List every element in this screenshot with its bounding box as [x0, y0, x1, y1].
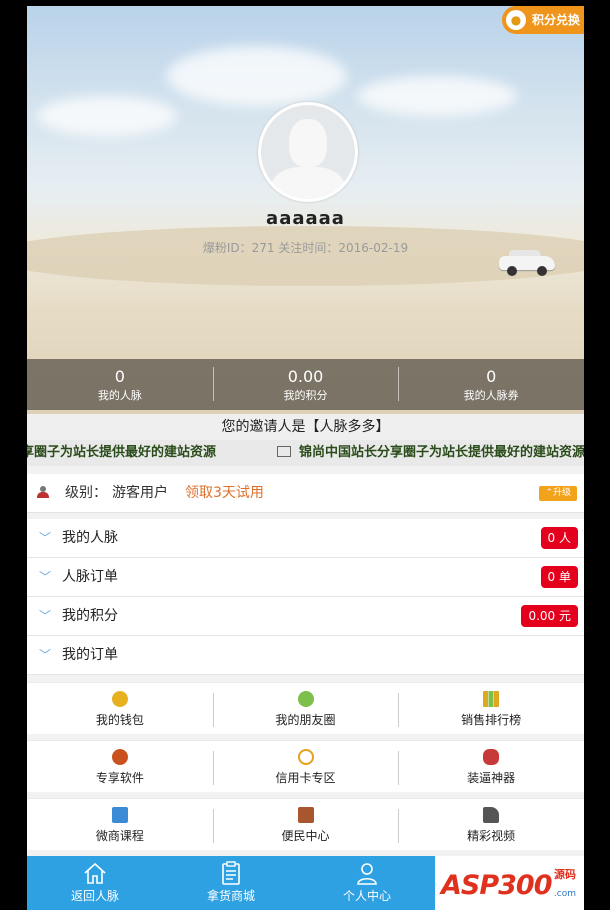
grid-item-ranking[interactable]: 销售排行榜 [398, 683, 584, 734]
marquee-text: 享圈子为站长提供最好的建站资源 [27, 445, 217, 460]
grid-row: 微商课程 便民中心 精彩视频 [27, 798, 584, 850]
grid-item-video[interactable]: 精彩视频 [398, 799, 584, 850]
grid-item-label: 销售排行榜 [461, 713, 522, 727]
cloud-decoration [167, 46, 347, 106]
grid-item-software[interactable]: 专享软件 [27, 741, 213, 792]
stat-label: 我的人脉 [97, 389, 142, 402]
grid-item-label: 微商课程 [95, 829, 144, 843]
friends-icon [297, 691, 314, 707]
tab-profile[interactable]: 个人中心 [299, 856, 435, 910]
coins-icon: ● [506, 10, 526, 30]
envelope-icon [277, 446, 291, 457]
menu-item-label: 我的订单 [62, 647, 118, 663]
tab-label: 拿货商城 [206, 889, 255, 903]
grid-item-label: 信用卡专区 [275, 771, 336, 785]
menu-item-label: 我的积分 [62, 608, 118, 624]
count-badge: 0.00 元 [521, 605, 578, 627]
cloud-decoration [357, 76, 517, 116]
grid-item-label: 专享软件 [95, 771, 144, 785]
username: aaaaaa [266, 208, 345, 229]
chevron-down-icon: ﹀ [39, 531, 52, 545]
announcement-marquee[interactable]: 享圈子为站长提供最好的建站资源 锦尚中国站长分享圈子为站长提供最好的建站资源 [27, 440, 584, 466]
account-menu: ﹀ 我的人脉 0 人 ﹀ 人脉订单 0 单 ﹀ 我的积分 0.00 元 ﹀ 我的… [27, 519, 584, 675]
user-id-line: 爆粉ID：271 关注时间：2016-02-19 [202, 241, 409, 255]
cloud-decoration [37, 96, 177, 136]
marquee-text: 锦尚中国站长分享圈子为站长提供最好的建站资源 [299, 445, 584, 460]
course-icon [111, 807, 128, 823]
tab-label: 返回人脉 [70, 889, 119, 903]
menu-item-connection-orders[interactable]: ﹀ 人脉订单 0 单 [27, 558, 584, 597]
app-screen: ● 积分兑换 aaaaaa 爆粉ID：271 关注时间：2016-02-19 0… [27, 6, 584, 910]
watermark-side-bottom: .com [553, 889, 576, 899]
count-badge: 0 单 [540, 566, 578, 588]
grid-item-label: 我的朋友圈 [275, 713, 336, 727]
stat-connections[interactable]: 0 我的人脉 [27, 359, 213, 410]
tab-home[interactable]: 返回人脉 [27, 856, 163, 910]
stat-value: 0 [114, 367, 125, 386]
stat-value: 0.00 [287, 367, 324, 386]
wallet-icon [111, 691, 128, 707]
menu-item-orders[interactable]: ﹀ 我的订单 [27, 636, 584, 675]
software-icon [111, 749, 128, 765]
feature-grid: 我的钱包 我的朋友圈 销售排行榜 专享软件 信用卡专区 装逼神器 微商课程 便民… [27, 682, 584, 856]
marquee-item: 锦尚中国站长分享圈子为站长提供最好的建站资源 [277, 440, 584, 466]
stats-bar: 0 我的人脉 0.00 我的积分 0 我的人脉券 [27, 359, 584, 410]
mask-icon [483, 749, 500, 765]
menu-item-label: 我的人脉 [62, 530, 118, 546]
chevron-down-icon: ﹀ [39, 609, 52, 623]
watermark-logo: ASP300 源码 .com [435, 856, 584, 910]
stat-label: 我的人脉券 [463, 389, 519, 402]
service-icon [297, 807, 314, 823]
inviter-text: 您的邀请人是【人脉多多】 [27, 414, 584, 440]
user-icon [357, 863, 377, 885]
upgrade-button[interactable]: ⌃升级 [539, 486, 577, 501]
bottom-tab-bar: 返回人脉 拿货商城 个人中心 [27, 856, 435, 910]
home-icon [84, 862, 106, 884]
profile-header: ● 积分兑换 aaaaaa 爆粉ID：271 关注时间：2016-02-19 0… [27, 6, 584, 415]
stat-points[interactable]: 0.00 我的积分 [212, 359, 399, 410]
grid-row: 我的钱包 我的朋友圈 销售排行榜 [27, 682, 584, 734]
grid-item-wallet[interactable]: 我的钱包 [27, 683, 213, 734]
grid-item-credit-card[interactable]: 信用卡专区 [212, 741, 399, 792]
stat-value: 0 [486, 367, 497, 386]
grid-item-friends[interactable]: 我的朋友圈 [212, 683, 399, 734]
points-exchange-button[interactable]: ● 积分兑换 [502, 6, 584, 34]
grid-item-mask[interactable]: 装逼神器 [398, 741, 584, 792]
trial-link[interactable]: 领取3天试用 [185, 474, 264, 512]
clipboard-icon [222, 861, 240, 885]
points-exchange-label: 积分兑换 [531, 13, 580, 27]
menu-item-connections[interactable]: ﹀ 我的人脉 0 人 [27, 519, 584, 558]
upgrade-label: 升级 [552, 488, 571, 498]
grid-item-label: 装逼神器 [467, 771, 516, 785]
credit-card-icon [297, 749, 314, 765]
avatar[interactable] [258, 102, 358, 202]
tab-label: 个人中心 [342, 889, 391, 903]
grid-item-label: 便民中心 [281, 829, 330, 843]
level-label: 级别： [65, 485, 107, 501]
ranking-icon [483, 691, 500, 707]
menu-item-label: 人脉订单 [62, 569, 118, 585]
watermark-main: ASP300 [441, 870, 552, 901]
tab-mall[interactable]: 拿货商城 [163, 856, 299, 910]
grid-item-course[interactable]: 微商课程 [27, 799, 213, 850]
level-row: 级别： 游客用户 领取3天试用 ⌃升级 [27, 474, 584, 513]
count-badge: 0 人 [540, 527, 578, 549]
level-value: 游客用户 [112, 485, 168, 501]
stat-label: 我的积分 [283, 389, 328, 402]
video-icon [483, 807, 500, 823]
chevron-down-icon: ﹀ [39, 648, 52, 662]
stat-vouchers[interactable]: 0 我的人脉券 [398, 359, 584, 410]
grid-item-service[interactable]: 便民中心 [212, 799, 399, 850]
grid-row: 专享软件 信用卡专区 装逼神器 [27, 740, 584, 792]
grid-item-label: 精彩视频 [467, 829, 516, 843]
user-icon [37, 486, 49, 498]
watermark-side-top: 源码 [554, 868, 576, 881]
grid-item-label: 我的钱包 [95, 713, 144, 727]
menu-item-points[interactable]: ﹀ 我的积分 0.00 元 [27, 597, 584, 636]
chevron-down-icon: ﹀ [39, 570, 52, 584]
